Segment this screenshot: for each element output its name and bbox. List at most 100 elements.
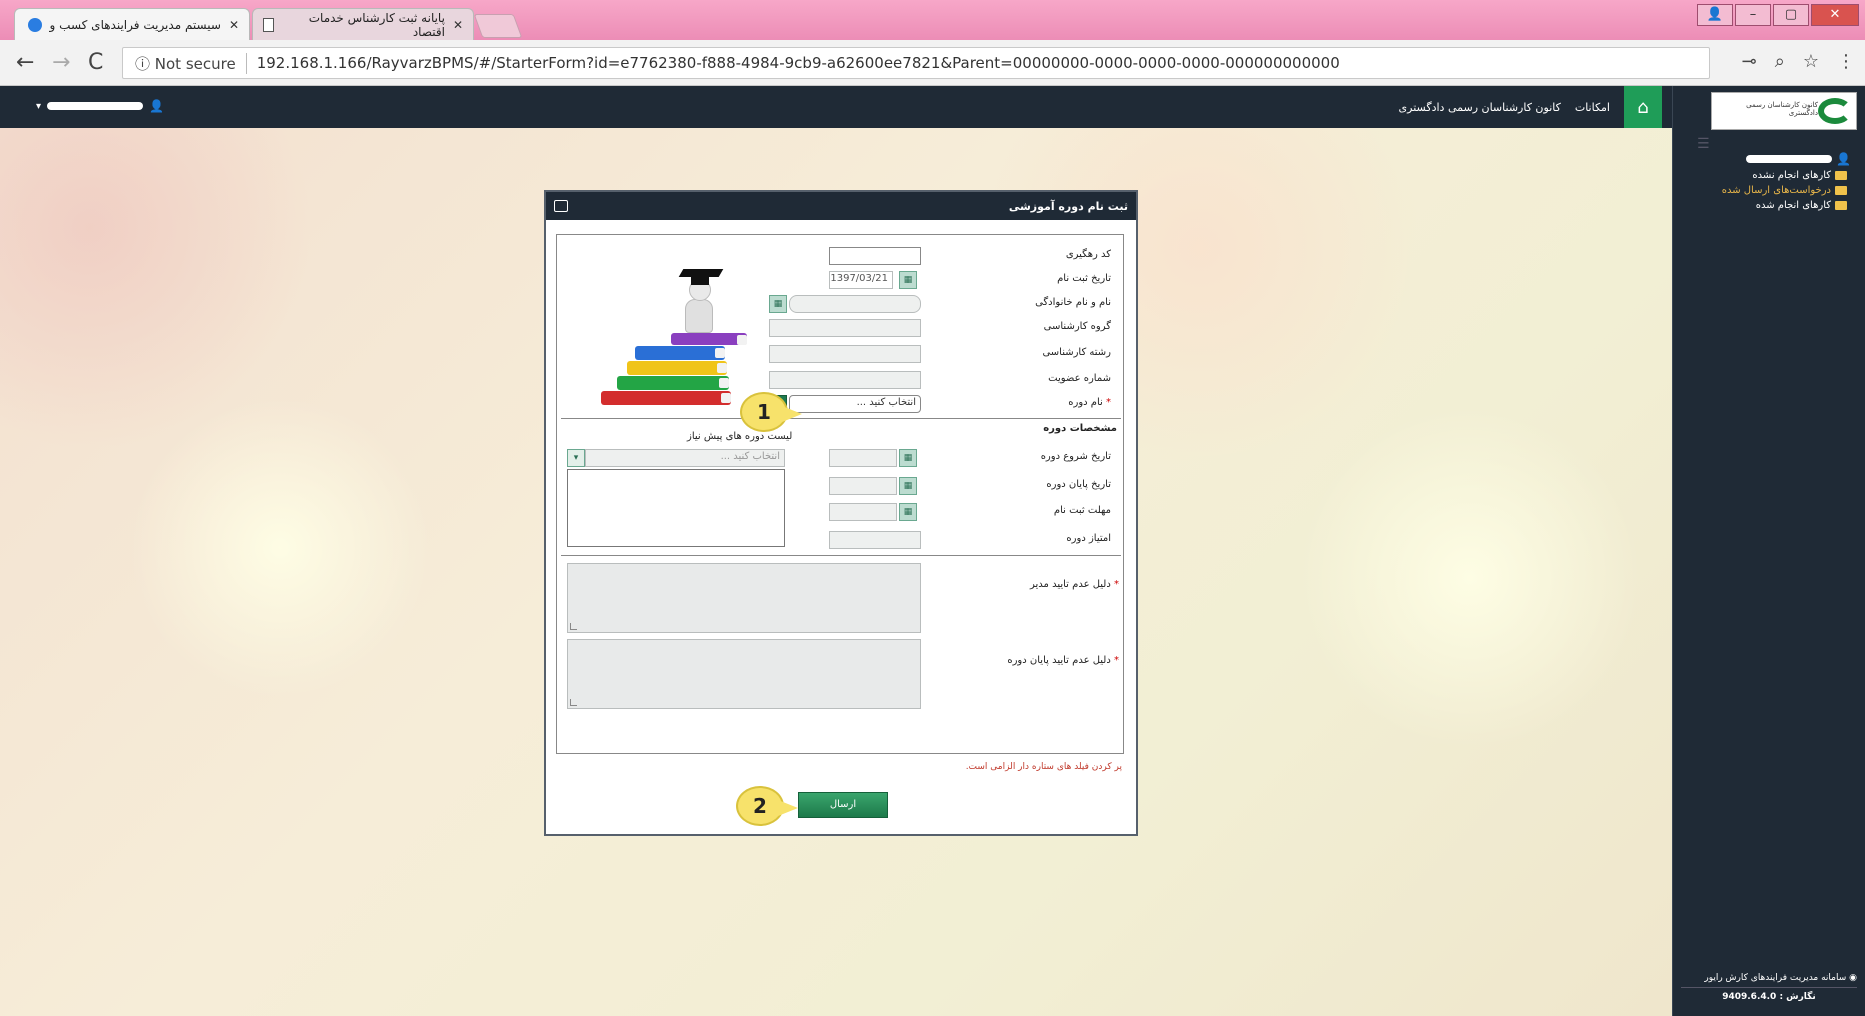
right-sidebar: کانون کارشناسان رسمی دادگستری ☰ 👤 کارهای… <box>1672 86 1865 1016</box>
nav-link-organization[interactable]: کانون کارشناسان رسمی دادگستری <box>1399 101 1561 114</box>
deadline-field[interactable] <box>829 503 897 521</box>
deadline-label: مهلت ثبت نام <box>1053 505 1111 516</box>
graduation-cap-icon <box>678 269 724 277</box>
app-favicon-icon <box>27 17 42 32</box>
forward-arrow-icon[interactable]: → <box>52 50 70 75</box>
book-yellow <box>627 361 727 375</box>
manager-reject-reason-textarea[interactable] <box>567 563 921 633</box>
course-name-label: * نام دوره <box>1068 397 1111 408</box>
required-fields-note: پر کردن فیلد های ستاره دار الزامی است. <box>965 762 1122 772</box>
full-name-label: نام و نام خانوادگی <box>1035 297 1111 308</box>
url-text: 192.168.1.166/RayvarzBPMS/#/StarterForm?… <box>256 54 1340 72</box>
key-icon[interactable]: ⊸ <box>1742 51 1757 72</box>
hamburger-menu-icon[interactable]: ☰ <box>1697 136 1710 152</box>
sidebar-menu: کارهای انجام نشده درخواست‌های ارسال شده … <box>1722 168 1847 213</box>
close-window-button[interactable]: ✕ <box>1811 4 1859 26</box>
document-icon <box>263 17 275 32</box>
course-section-title: مشخصات دوره <box>1043 423 1117 434</box>
membership-number-label: شماره عضویت <box>1048 373 1111 384</box>
expert-field-select[interactable] <box>769 345 921 363</box>
book-blue <box>635 346 725 360</box>
back-arrow-icon[interactable]: ← <box>16 50 34 75</box>
organization-logo[interactable]: کانون کارشناسان رسمی دادگستری <box>1711 92 1857 130</box>
user-icon: 👤 <box>1836 152 1851 166</box>
start-date-label: تاریخ شروع دوره <box>1040 451 1111 462</box>
sidebar-item-label: کارهای انجام شده <box>1755 200 1831 211</box>
logo-c-icon <box>1818 98 1852 124</box>
minimize-button[interactable]: – <box>1735 4 1771 26</box>
folder-icon <box>1835 201 1847 210</box>
application: ▾ 👤 ⌂ امکانات کانون کارشناسان رسمی دادگس… <box>0 86 1865 1016</box>
url-field[interactable]: ⓘ Not secure 192.168.1.166/RayvarzBPMS/#… <box>122 47 1710 79</box>
course-name-select[interactable]: انتخاب کنید ... <box>789 395 921 413</box>
close-icon[interactable]: ✕ <box>453 18 463 32</box>
prereq-select[interactable]: انتخاب کنید ... <box>585 449 785 467</box>
credit-field[interactable] <box>829 531 921 549</box>
required-asterisk: * <box>1110 579 1119 590</box>
top-navbar: ▾ 👤 ⌂ امکانات کانون کارشناسان رسمی دادگس… <box>0 86 1672 128</box>
topnav-links: ⌂ امکانات کانون کارشناسان رسمی دادگستری <box>1399 86 1662 128</box>
chevron-down-icon: ▾ <box>36 100 42 112</box>
course-name-label-text: نام دوره <box>1068 397 1103 408</box>
manager-reject-label-text: دلیل عدم تایید مدیر <box>1029 579 1111 590</box>
calendar-icon[interactable]: ▦ <box>899 477 917 495</box>
sidebar-item-completed[interactable]: کارهای انجام شده <box>1722 198 1847 213</box>
end-date-label: تاریخ پایان دوره <box>1046 479 1111 490</box>
expert-field-label: رشته کارشناسی <box>1042 347 1111 358</box>
sidebar-footer: ◉ سامانه مدیریت فرایندهای کارش رایور نگا… <box>1681 973 1857 1002</box>
cap-base <box>691 277 709 285</box>
course-registration-form: ثبت نام دوره آموزشی کد رهگیری تاریخ ثبت … <box>544 190 1138 836</box>
book-purple <box>671 333 747 345</box>
footer-title-text: سامانه مدیریت فرایندهای کارش رایور <box>1704 973 1847 983</box>
print-icon[interactable] <box>554 200 568 212</box>
nav-link-features[interactable]: امکانات <box>1575 101 1610 114</box>
expert-group-label: گروه کارشناسی <box>1043 321 1111 332</box>
tab-title: پایانه ثبت کارشناس خدمات اقتصاد <box>308 10 445 39</box>
submit-button[interactable]: ارسال <box>798 792 888 818</box>
prereq-list-title: لیست دوره های پیش نیاز <box>687 431 793 442</box>
required-asterisk: * <box>1102 397 1111 408</box>
membership-number-field[interactable] <box>769 371 921 389</box>
sidebar-item-sent-requests[interactable]: درخواست‌های ارسال شده <box>1722 183 1847 198</box>
bookmark-star-icon[interactable]: ☆ <box>1803 51 1819 72</box>
calendar-icon[interactable]: ▦ <box>899 271 917 289</box>
globe-icon: ◉ <box>1846 973 1857 983</box>
url-icons: ⊸ ⌕ ☆ ⋮ <box>1742 51 1855 72</box>
registration-date-field[interactable]: 1397/03/21 <box>829 271 893 289</box>
menu-dots-icon[interactable]: ⋮ <box>1837 51 1855 72</box>
start-date-field[interactable] <box>829 449 897 467</box>
user-menu[interactable]: ▾ 👤 <box>36 99 164 113</box>
browser-tab-active[interactable]: ✕ سیستم مدیریت فرایندهای کسب و <box>14 8 250 40</box>
folder-icon <box>1835 171 1847 180</box>
expert-group-field[interactable] <box>769 319 921 337</box>
form-body: کد رهگیری تاریخ ثبت نام 1397/03/21 ▦ نام… <box>556 234 1124 754</box>
lookup-icon[interactable]: ▦ <box>769 295 787 313</box>
end-date-field[interactable] <box>829 477 897 495</box>
maximize-button[interactable]: ▢ <box>1773 4 1809 26</box>
prereq-listbox[interactable] <box>567 469 785 547</box>
end-reject-reason-textarea[interactable] <box>567 639 921 709</box>
calendar-icon[interactable]: ▦ <box>899 449 917 467</box>
security-label: Not secure <box>154 54 236 73</box>
security-indicator[interactable]: ⓘ Not secure <box>131 52 247 74</box>
calendar-icon[interactable]: ▦ <box>899 503 917 521</box>
form-header: ثبت نام دوره آموزشی <box>546 192 1136 220</box>
required-asterisk: * <box>1110 655 1119 666</box>
close-icon[interactable]: ✕ <box>229 18 239 32</box>
reload-icon[interactable]: C <box>88 50 103 75</box>
folder-icon <box>1835 186 1847 195</box>
manager-reject-reason-label: * دلیل عدم تایید مدیر <box>1030 579 1119 590</box>
prereq-dropdown-icon[interactable]: ▾ <box>567 449 585 467</box>
end-reject-label-text: دلیل عدم تایید پایان دوره <box>1007 655 1111 666</box>
full-name-field[interactable] <box>789 295 921 313</box>
address-bar: ← → C ⓘ Not secure 192.168.1.166/Rayvarz… <box>0 40 1865 86</box>
logo-text: کانون کارشناسان رسمی دادگستری <box>1746 101 1818 117</box>
divider <box>561 555 1121 556</box>
user-profile-icon[interactable]: 👤 <box>1697 4 1733 26</box>
browser-tab-inactive[interactable]: ✕ پایانه ثبت کارشناس خدمات اقتصاد <box>252 8 474 40</box>
new-tab-button[interactable] <box>473 14 523 38</box>
home-icon[interactable]: ⌂ <box>1624 86 1662 128</box>
tracking-code-field[interactable] <box>829 247 921 265</box>
zoom-icon[interactable]: ⌕ <box>1775 51 1785 72</box>
sidebar-item-pending[interactable]: کارهای انجام نشده <box>1722 168 1847 183</box>
